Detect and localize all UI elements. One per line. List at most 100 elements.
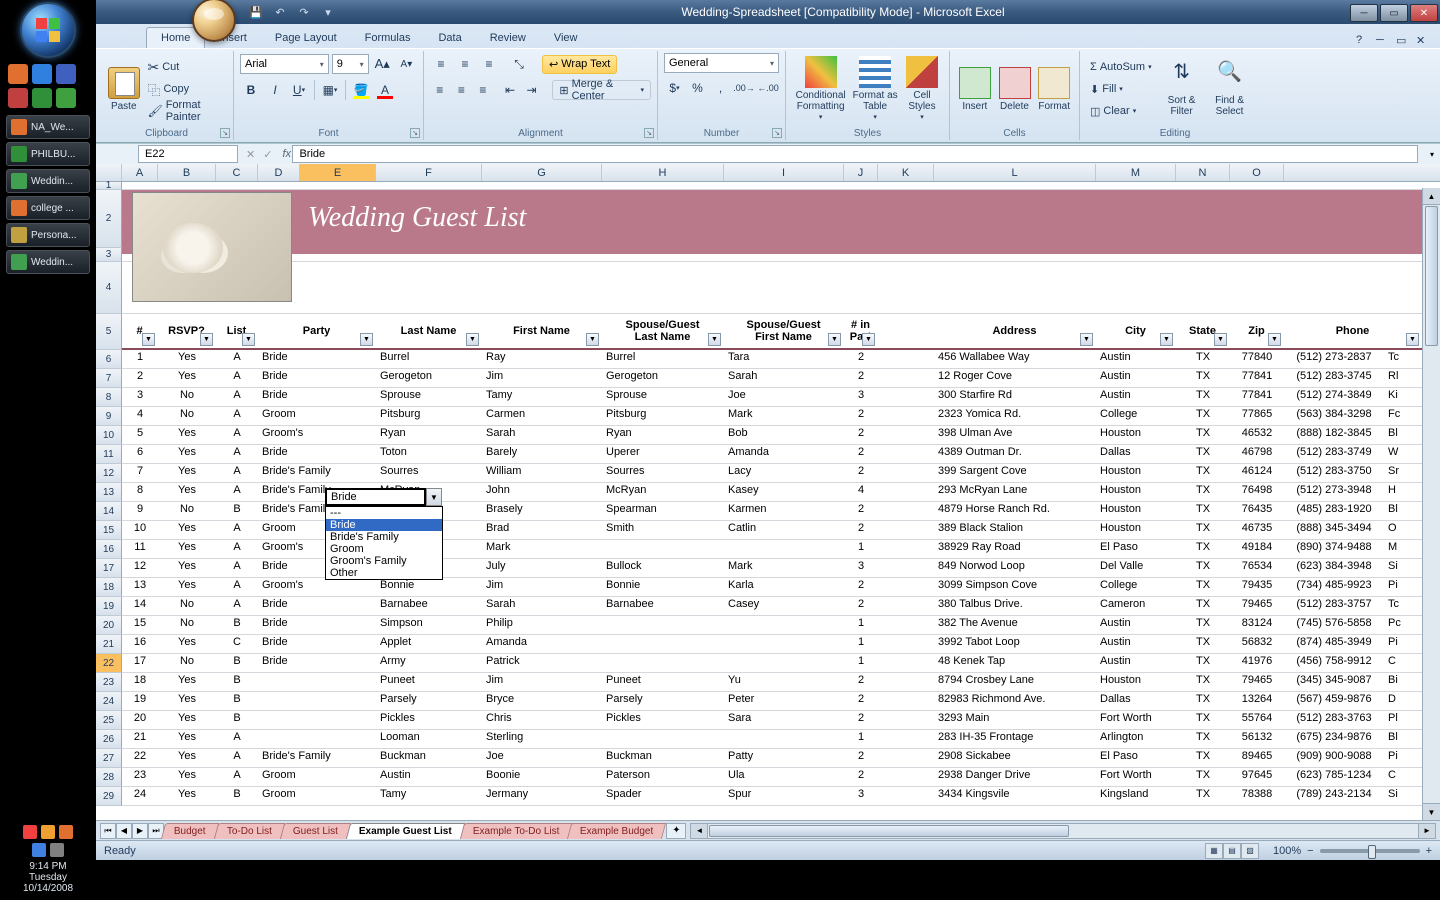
cell[interactable]: Austin — [1096, 388, 1176, 406]
cell[interactable] — [602, 540, 724, 558]
cell[interactable]: Parsely — [376, 692, 482, 710]
cell[interactable]: 89465 — [1230, 749, 1284, 767]
cell[interactable]: 83124 — [1230, 616, 1284, 634]
filter-icon[interactable]: ▼ — [466, 333, 479, 346]
cell[interactable]: 283 IH-35 Frontage — [934, 730, 1096, 748]
cell[interactable]: 4 — [844, 483, 878, 501]
cell[interactable]: 4 — [122, 407, 158, 425]
cell[interactable] — [602, 635, 724, 653]
cell[interactable]: (874) 485-3949 — [1284, 635, 1384, 653]
cell[interactable]: 76534 — [1230, 559, 1284, 577]
enter-icon[interactable]: ✓ — [259, 148, 276, 161]
row-header[interactable]: 1 — [96, 182, 122, 190]
cell[interactable]: Sarah — [724, 369, 844, 387]
dropdown-option[interactable]: Groom — [326, 543, 442, 555]
decrease-indent-button[interactable]: ⇤ — [500, 79, 520, 101]
cell[interactable]: Mark — [724, 407, 844, 425]
dropdown-option[interactable]: Groom's Family — [326, 555, 442, 567]
cell[interactable]: 16 — [122, 635, 158, 653]
cell[interactable] — [878, 787, 934, 805]
cell[interactable]: Buckman — [376, 749, 482, 767]
row-header[interactable]: 21 — [96, 635, 122, 654]
cell[interactable]: 300 Starfire Rd — [934, 388, 1096, 406]
cell[interactable]: Amanda — [482, 635, 602, 653]
qat-undo-icon[interactable]: ↶ — [272, 4, 288, 20]
insert-cells-button[interactable]: Insert — [956, 53, 994, 125]
name-box[interactable]: E22 — [138, 145, 238, 163]
cell[interactable]: 79465 — [1230, 673, 1284, 691]
sheet-nav-next-icon[interactable]: ▶ — [132, 823, 148, 839]
cell[interactable] — [724, 635, 844, 653]
cell[interactable]: 4879 Horse Ranch Rd. — [934, 502, 1096, 520]
font-color-button[interactable]: A — [374, 79, 396, 101]
increase-decimal-button[interactable]: .00→ — [733, 77, 755, 99]
table-header[interactable]: Party▼ — [258, 314, 376, 348]
fx-icon[interactable]: fx — [276, 148, 292, 160]
cell[interactable]: 38929 Ray Road — [934, 540, 1096, 558]
cell[interactable]: 49184 — [1230, 540, 1284, 558]
minimize-button[interactable]: ─ — [1350, 4, 1378, 22]
cell[interactable]: 11 — [122, 540, 158, 558]
cell[interactable]: Chris — [482, 711, 602, 729]
table-header[interactable]: Spouse/GuestLast Name▼ — [602, 314, 724, 348]
cell[interactable] — [724, 540, 844, 558]
cell[interactable]: Groom's — [258, 426, 376, 444]
cell[interactable]: 382 The Avenue — [934, 616, 1096, 634]
zoom-slider[interactable] — [1320, 849, 1420, 853]
cell[interactable]: 48 Kenek Tap — [934, 654, 1096, 672]
cell[interactable]: Smith — [602, 521, 724, 539]
cell[interactable]: 13264 — [1230, 692, 1284, 710]
cell[interactable]: (512) 283-3745 — [1284, 369, 1384, 387]
cell[interactable]: Lacy — [724, 464, 844, 482]
cell[interactable]: 2 — [844, 407, 878, 425]
cell[interactable]: Tc — [1384, 597, 1422, 615]
ql-icon[interactable] — [56, 64, 76, 84]
cell[interactable]: Peter — [724, 692, 844, 710]
cell[interactable] — [878, 483, 934, 501]
cell[interactable]: B — [216, 616, 258, 634]
cell[interactable]: C — [1384, 768, 1422, 786]
cell[interactable]: No — [158, 407, 216, 425]
cell[interactable]: Brasely — [482, 502, 602, 520]
cell[interactable]: Yes — [158, 540, 216, 558]
cell[interactable]: 12 Roger Cove — [934, 369, 1096, 387]
cell[interactable]: Kasey — [724, 483, 844, 501]
cell[interactable]: Carmen — [482, 407, 602, 425]
cell[interactable]: 46735 — [1230, 521, 1284, 539]
cell[interactable]: Boonie — [482, 768, 602, 786]
cell[interactable]: 22 — [122, 749, 158, 767]
cell[interactable]: Yes — [158, 464, 216, 482]
sheet-tab[interactable]: Example To-Do List — [459, 823, 572, 839]
cell[interactable] — [602, 616, 724, 634]
border-button[interactable]: ▦▾ — [319, 79, 341, 101]
cell[interactable]: No — [158, 616, 216, 634]
filter-icon[interactable]: ▼ — [586, 333, 599, 346]
tray-icon[interactable] — [23, 825, 37, 839]
table-header[interactable]: List▼ — [216, 314, 258, 348]
cell[interactable]: Yes — [158, 673, 216, 691]
taskbar-item[interactable]: Weddin... — [6, 169, 90, 193]
column-header[interactable]: G — [482, 164, 602, 181]
cell[interactable]: Mark — [482, 540, 602, 558]
cell[interactable]: (789) 243-2134 — [1284, 787, 1384, 805]
cell[interactable]: Houston — [1096, 464, 1176, 482]
cell[interactable]: (567) 459-9876 — [1284, 692, 1384, 710]
cell[interactable]: 79465 — [1230, 597, 1284, 615]
row-header[interactable]: 4 — [96, 262, 122, 314]
cell[interactable]: (512) 283-3757 — [1284, 597, 1384, 615]
cell[interactable]: A — [216, 521, 258, 539]
cell[interactable]: A — [216, 369, 258, 387]
cell[interactable]: Barnabee — [602, 597, 724, 615]
cell[interactable]: Pickles — [376, 711, 482, 729]
cell[interactable]: Fort Worth — [1096, 711, 1176, 729]
cell[interactable]: Jim — [482, 673, 602, 691]
cell[interactable]: Jim — [482, 369, 602, 387]
cell[interactable]: (909) 900-9088 — [1284, 749, 1384, 767]
table-header[interactable]: First Name▼ — [482, 314, 602, 348]
cell[interactable]: TX — [1176, 407, 1230, 425]
zoom-in-icon[interactable]: + — [1426, 845, 1432, 857]
cell[interactable]: 55764 — [1230, 711, 1284, 729]
cell[interactable]: Sarah — [482, 597, 602, 615]
alignment-launcher-icon[interactable]: ↘ — [644, 128, 654, 138]
cell[interactable]: 2 — [844, 350, 878, 368]
